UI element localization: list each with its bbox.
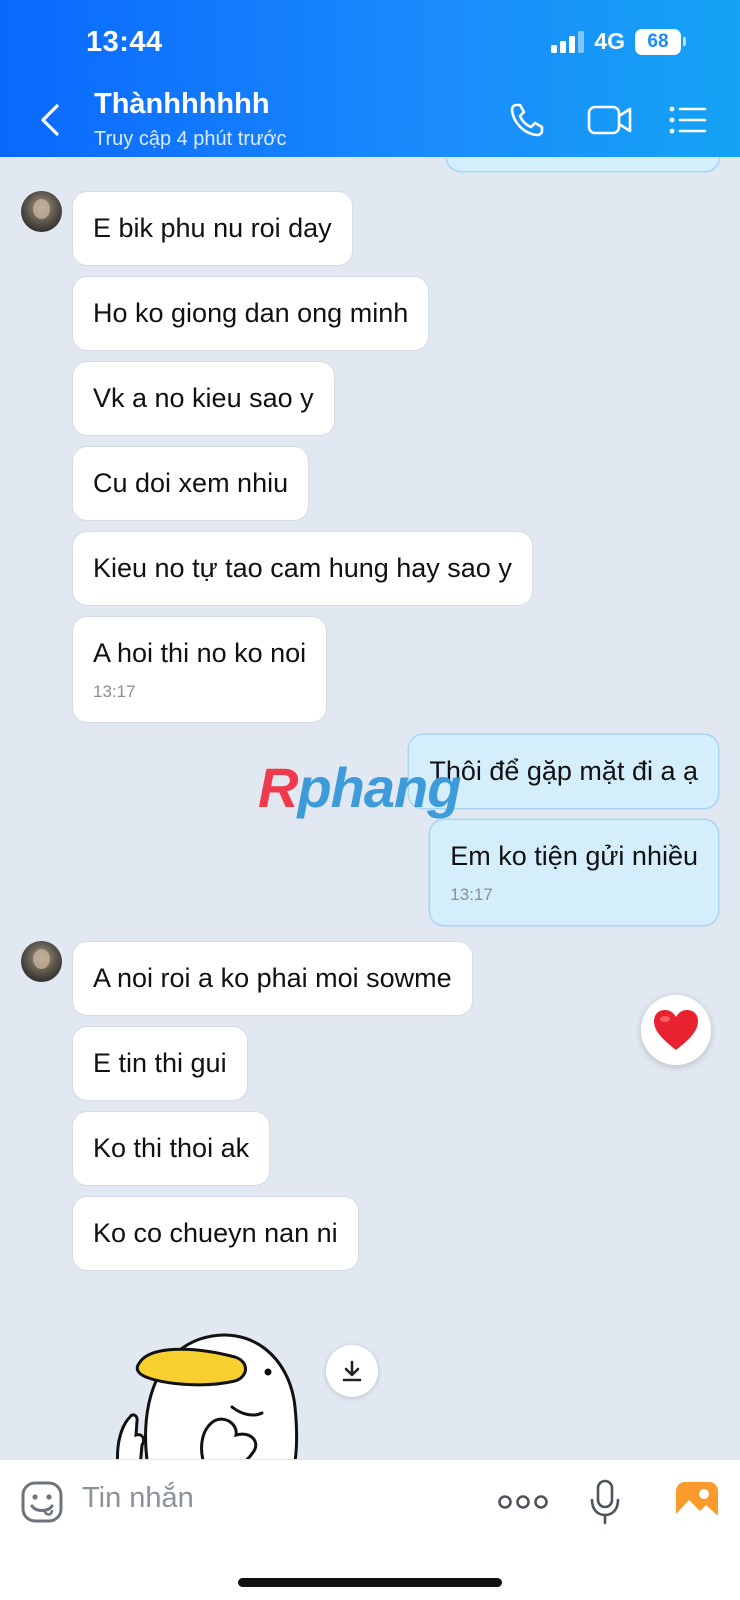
status-indicators: 4G 68 [551,28,686,55]
download-icon [342,1360,362,1382]
download-button[interactable] [326,1345,378,1397]
video-camera-icon [587,105,632,135]
message-bubble-outgoing[interactable]: Thôi để gặp mặt đi a ạ [409,735,718,808]
reaction-button[interactable] [641,995,711,1065]
home-indicator [238,1578,502,1587]
last-seen-status: Truy cập 4 phút trước [94,128,287,150]
contact-avatar[interactable] [21,191,62,232]
message-bubble[interactable]: Ko thi thoi ak [73,1112,270,1185]
contact-avatar[interactable] [21,941,62,982]
chevron-left-icon [41,104,59,136]
message-bubble[interactable]: E tin thi gui [73,1027,247,1100]
message-bubble[interactable]: Ko co chueyn nan ni [73,1197,358,1270]
message-bubble[interactable]: Kieu no tự tao cam hung hay sao y [73,532,532,605]
more-options-icon[interactable] [498,1490,548,1514]
message-bubble[interactable]: Ho ko giong dan ong minh [73,277,429,350]
chat-header: 13:44 4G 68 Thànhhhhhh Truy cập 4 phút t… [0,0,740,157]
phone-icon [510,103,544,137]
message-input[interactable]: Tin nhắn [82,1482,194,1515]
sticker-emoji-icon[interactable] [20,1480,64,1524]
network-type: 4G [594,28,625,54]
image-gallery-icon[interactable] [674,1480,720,1524]
message-list[interactable]: E bik phu nu roi day Ho ko giong dan ong… [0,157,740,1459]
video-call-button[interactable] [584,98,636,142]
contact-name[interactable]: Thànhhhhhh [94,88,270,121]
microphone-icon[interactable] [588,1478,622,1526]
back-button[interactable] [32,98,68,142]
message-time: 13:17 [450,885,493,904]
heart-icon [654,1010,698,1050]
options-menu-button[interactable] [666,98,710,142]
message-bubble[interactable]: E bik phu nu roi day [73,192,352,265]
signal-icon [551,30,585,53]
message-bubble-partial[interactable] [447,157,719,171]
message-bubble[interactable]: A noi roi a ko phai moi sowme [73,942,472,1015]
duck-sticker[interactable] [110,1317,310,1459]
message-bubble[interactable]: Cu doi xem nhiu [73,447,309,520]
message-bubble-outgoing[interactable]: Em ko tiện gửi nhiều 13:17 [430,820,718,925]
message-bubble[interactable]: A hoi thi no ko noi 13:17 [73,617,327,722]
battery-icon: 68 [635,28,686,55]
voice-call-button[interactable] [505,98,549,142]
message-time: 13:17 [93,682,136,701]
status-time: 13:44 [86,26,163,58]
battery-level: 68 [635,28,681,55]
message-bubble[interactable]: Vk a no kieu sao y [73,362,334,435]
list-menu-icon [669,106,707,134]
